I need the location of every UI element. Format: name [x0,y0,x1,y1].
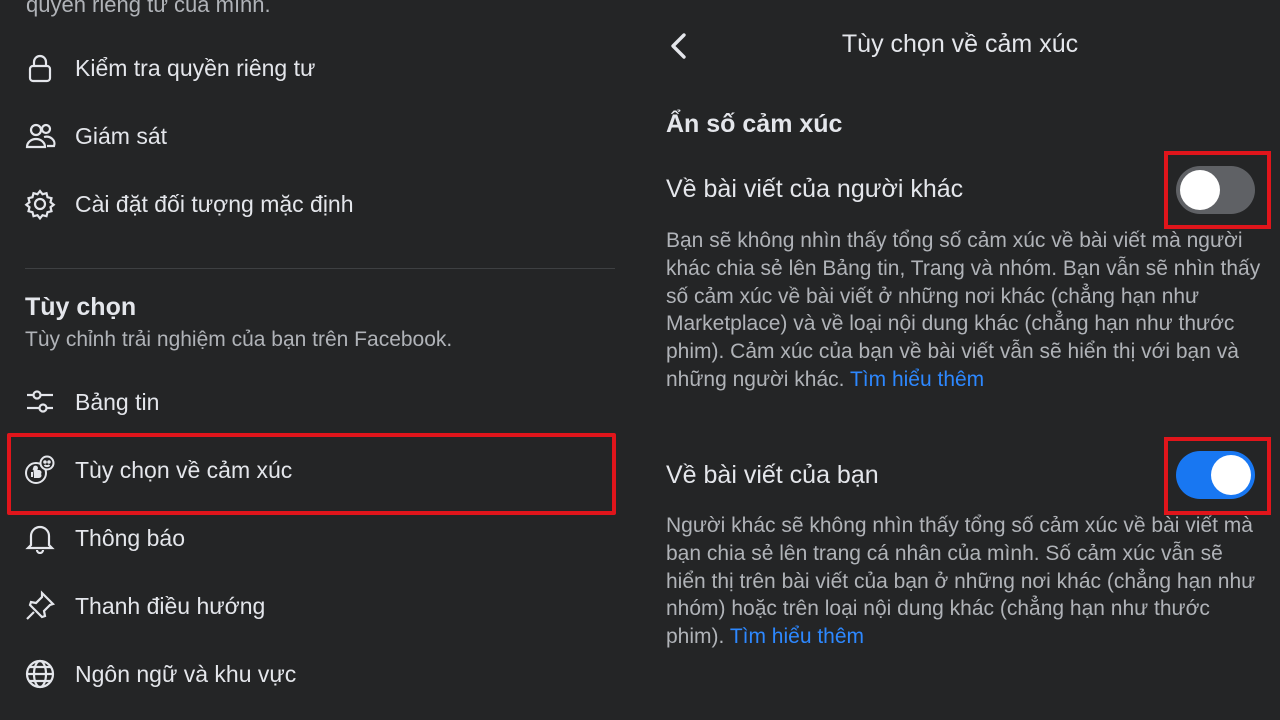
reaction-preferences-panel: Tùy chọn về cảm xúc Ẩn số cảm xúc Về bài… [0,0,1280,720]
section-title-hide-reaction-counts: Ẩn số cảm xúc [666,110,843,138]
learn-more-link[interactable]: Tìm hiểu thêm [850,368,984,391]
option-description-others-posts: Bạn sẽ không nhìn thấy tổng số cảm xúc v… [666,229,1261,391]
chevron-left-icon [671,33,686,59]
option-title-others-posts: Về bài viết của người khác [666,175,964,203]
page-title: Tùy chọn về cảm xúc [841,30,1079,58]
option-description-your-posts: Người khác sẽ không nhìn thấy tổng số cả… [666,514,1256,649]
highlight-box-toggle-yours [1164,437,1271,515]
learn-more-link[interactable]: Tìm hiểu thêm [730,625,864,648]
highlight-box-toggle-others [1164,151,1271,229]
option-title-your-posts: Về bài viết của bạn [666,461,879,489]
back-button[interactable] [666,30,690,62]
